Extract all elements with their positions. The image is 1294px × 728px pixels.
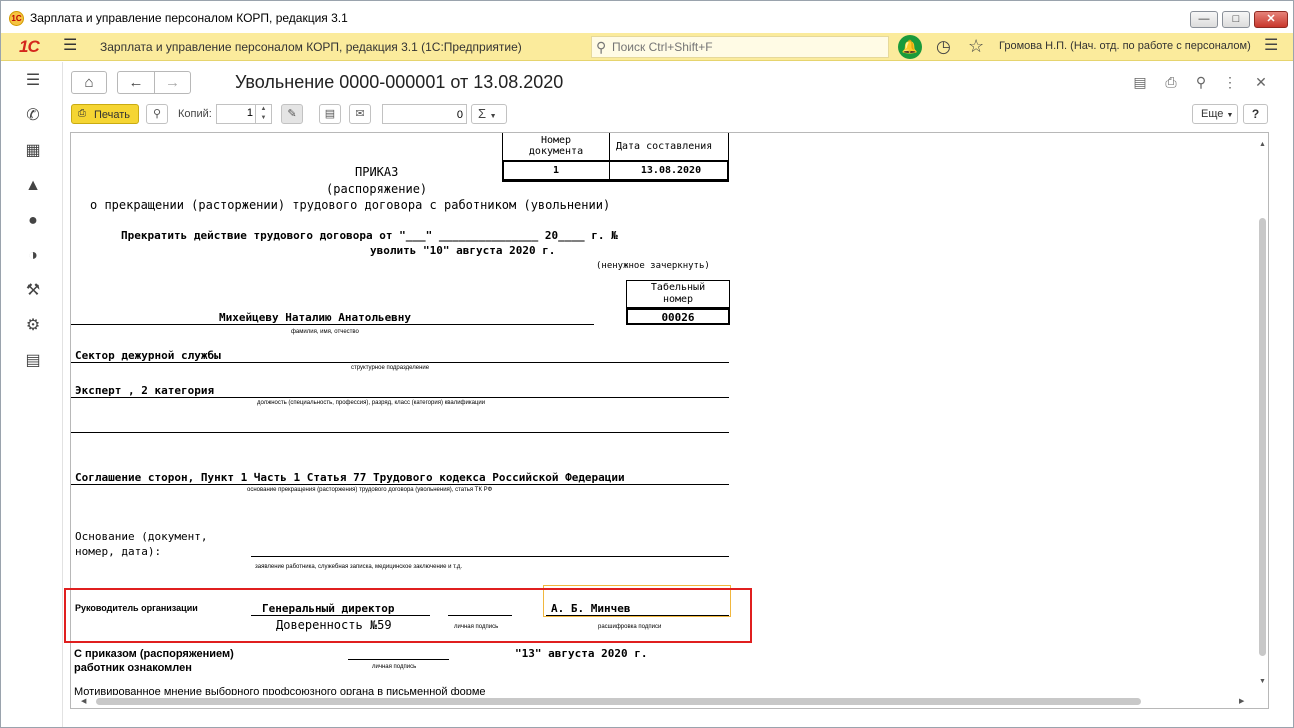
search-box[interactable]: ⚲ xyxy=(591,36,889,58)
more-vertical-icon[interactable]: ⋮ xyxy=(1221,73,1239,91)
save-icon[interactable]: ▤ xyxy=(1131,73,1149,91)
app-bar: 1С ☰ Зарплата и управление персоналом КО… xyxy=(1,33,1293,61)
order-heading: о прекращении (расторжении) трудового до… xyxy=(90,198,611,212)
forward-button[interactable]: → xyxy=(154,71,191,94)
copies-input[interactable] xyxy=(219,107,253,119)
doc-number: 1 xyxy=(552,165,560,176)
main-menu-icon[interactable]: ☰ xyxy=(63,38,79,54)
copies-stepper[interactable]: ▲▼ xyxy=(216,104,272,124)
dismissal-ground: Соглашение сторон, Пункт 1 Часть 1 Стать… xyxy=(75,471,625,484)
app-title: Зарплата и управление персоналом КОРП, р… xyxy=(100,40,522,54)
sum-input[interactable] xyxy=(383,109,463,121)
title-bar: 1С Зарплата и управление персоналом КОРП… xyxy=(1,1,1293,33)
department-caption: структурное подразделение xyxy=(351,365,430,371)
scroll-down-icon[interactable]: ▼ xyxy=(1259,678,1266,685)
save-file-button[interactable]: ▤ xyxy=(319,104,341,124)
strike-note: (ненужное зачеркнуть) xyxy=(596,261,710,271)
ground-caption: основание прекращения (расторжения) труд… xyxy=(247,487,493,493)
employee-name: Михейцеву Наталию Анатольевну xyxy=(219,311,412,324)
print-icon[interactable]: ⎙ xyxy=(1162,73,1180,91)
app-window: 1С Зарплата и управление персоналом КОРП… xyxy=(0,0,1294,728)
sum-button[interactable]: Σ ▼ xyxy=(471,104,507,124)
order-title: ПРИКАЗ xyxy=(355,165,399,179)
copies-label: Копий: xyxy=(178,108,212,120)
helmet-icon[interactable]: ◑ xyxy=(23,246,43,266)
signature-block-highlight xyxy=(64,588,752,643)
notifications-bell-icon[interactable]: 🔔 xyxy=(898,35,922,59)
horizontal-scroll-thumb[interactable] xyxy=(96,698,1141,705)
current-user[interactable]: Громова Н.П. (Нач. отд. по работе с перс… xyxy=(999,40,1251,52)
employee-caption: фамилия, имя, отчество xyxy=(291,329,359,335)
edit-mode-button[interactable]: ✎ xyxy=(281,104,303,124)
dismiss-date-line: уволить "10" августа 2020 г. xyxy=(370,244,556,257)
history-icon[interactable]: ◷ xyxy=(936,37,951,57)
send-email-button[interactable]: ✉ xyxy=(349,104,371,124)
menu-icon[interactable]: ☰ xyxy=(23,71,43,91)
doc-date-header: Дата составления xyxy=(616,141,713,152)
tab-number: 00026 xyxy=(661,311,695,324)
horizontal-scrollbar[interactable]: ◀ ▶ xyxy=(71,695,1256,708)
doc-date: 13.08.2020 xyxy=(640,165,702,176)
chevron-down-icon: ▼ xyxy=(489,113,497,120)
id-card-icon[interactable]: ▤ xyxy=(23,351,43,371)
print-button-label: Печать xyxy=(94,109,131,121)
basis-label: Основание (документ, номер, дата): xyxy=(75,530,208,558)
basis-caption: заявление работника, служебная записка, … xyxy=(255,564,463,570)
scroll-left-icon[interactable]: ◀ xyxy=(81,697,86,705)
app-logo[interactable]: 1С xyxy=(19,37,40,57)
page-title: Увольнение 0000-000001 от 13.08.2020 xyxy=(235,72,564,92)
order-subtitle: (распоряжение) xyxy=(326,182,428,196)
vertical-scrollbar[interactable]: ▲ ▼ xyxy=(1256,133,1268,693)
wrench-icon[interactable]: ⚒ xyxy=(23,281,43,301)
window-title: Зарплата и управление персоналом КОРП, р… xyxy=(30,11,348,25)
home-button[interactable]: ⌂ xyxy=(71,71,107,94)
printer-icon: ⎙ xyxy=(78,108,86,119)
graduation-cap-icon[interactable]: ▲ xyxy=(23,176,43,196)
doc-number-header: Номер документа xyxy=(528,135,584,157)
contract-line: Прекратить действие трудового договора о… xyxy=(121,229,618,242)
spin-arrows-icon[interactable]: ▲ ▼ xyxy=(255,105,271,123)
position: Эксперт , 2 категория xyxy=(75,384,215,397)
acknowledgment-label: С приказом (распоряжением) работник озна… xyxy=(74,648,234,674)
maximize-icon[interactable]: □ xyxy=(1222,11,1250,28)
help-button[interactable]: ? xyxy=(1243,104,1268,124)
sum-field[interactable] xyxy=(382,104,467,124)
tab-number-header: Табельный номер xyxy=(650,282,706,305)
sum-label: Σ xyxy=(478,106,487,121)
close-form-icon[interactable]: ✕ xyxy=(1252,73,1270,91)
position-caption: должность (специальность, профессия), ра… xyxy=(257,400,486,406)
scroll-up-icon[interactable]: ▲ xyxy=(1259,141,1266,148)
sidebar: ☰ ✆ ▦ ▲ ● ◑ ⚒ ⚙ ▤ xyxy=(1,62,63,727)
preview-icon[interactable]: ⚲ xyxy=(1192,73,1210,91)
more-button[interactable]: Еще ▼ xyxy=(1192,104,1238,124)
ack-signature-caption: личная подпись xyxy=(372,664,417,670)
chevron-down-icon: ▼ xyxy=(1226,112,1234,119)
back-button[interactable]: ← xyxy=(117,71,154,94)
print-button[interactable]: ⎙ Печать xyxy=(71,104,139,124)
minimize-icon[interactable]: — xyxy=(1190,11,1218,28)
department: Сектор дежурной службы xyxy=(75,349,221,362)
vertical-scroll-thumb[interactable] xyxy=(1259,218,1266,656)
favorites-star-icon[interactable]: ☆ xyxy=(968,36,984,57)
gear-icon[interactable]: ⚙ xyxy=(23,316,43,336)
1c-logo-icon: 1С xyxy=(9,11,24,26)
more-label: Еще xyxy=(1201,108,1224,120)
settings-menu-icon[interactable]: ☰ xyxy=(1264,38,1278,54)
acknowledgment-date: "13" августа 2020 г. xyxy=(515,647,648,660)
search-icon: ⚲ xyxy=(596,39,607,55)
preview-button[interactable]: ⚲ xyxy=(146,104,168,124)
users-icon[interactable]: ● xyxy=(23,211,43,231)
gift-icon[interactable]: ▦ xyxy=(23,141,43,161)
close-icon[interactable]: ✕ xyxy=(1254,11,1288,28)
phone-icon[interactable]: ✆ xyxy=(23,106,43,126)
search-input[interactable] xyxy=(612,40,882,54)
scroll-right-icon[interactable]: ▶ xyxy=(1239,697,1244,705)
